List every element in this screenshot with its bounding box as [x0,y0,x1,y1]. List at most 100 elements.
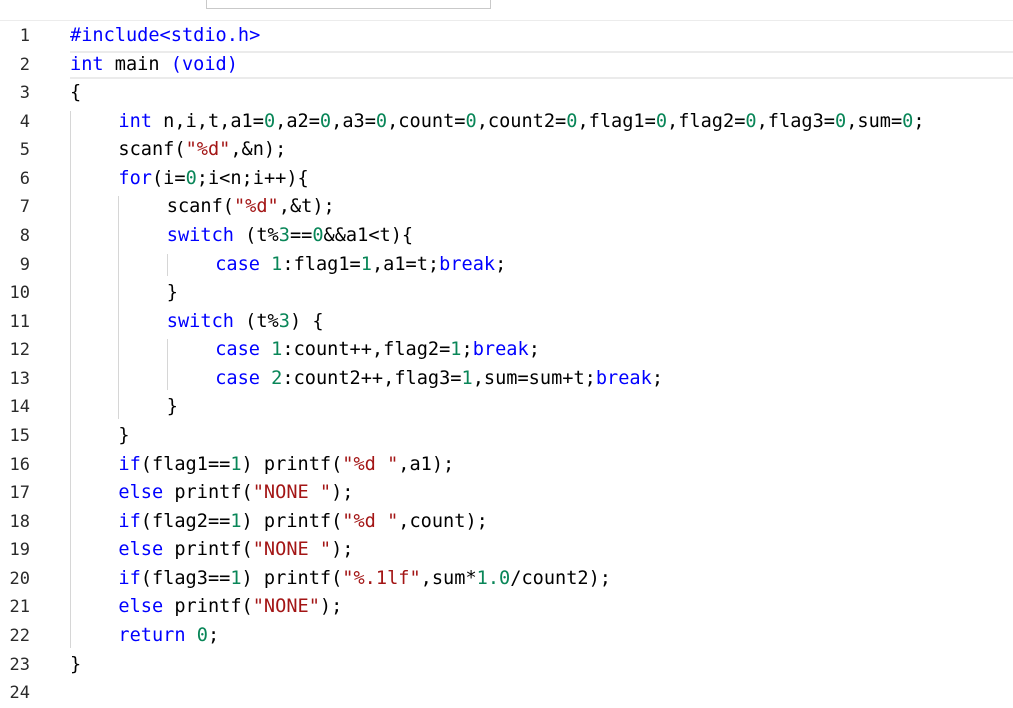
code-token: ; [528,339,540,361]
code-token: 0 [319,110,332,132]
line-number: 20 [9,568,30,589]
code-line[interactable]: switch (t%3==0&&a1<t){ [70,222,1013,251]
code-token: n,i,t,a1= [151,110,264,132]
code-token: "%d " [342,453,399,475]
code-line[interactable]: switch (t%3) { [70,308,1013,337]
line-number: 15 [9,425,30,446]
code-line[interactable]: int n,i,t,a1=0,a2=0,a3=0,count=0,count2=… [70,108,1013,137]
code-line[interactable]: for(i=0;i<n;i++){ [70,165,1013,194]
code-line[interactable]: if(flag3==1) printf("%.1lf",sum*1.0/coun… [70,565,1013,594]
code-token: int [70,53,104,75]
code-token: ,flag1= [577,110,656,132]
code-line[interactable]: if(flag2==1) printf("%d ",count); [70,508,1013,537]
code-token: 0 [834,110,847,132]
code-line[interactable]: if(flag1==1) printf("%d ",a1); [70,451,1013,480]
code-token: "%.1lf" [342,567,421,589]
code-token: break [595,367,652,389]
line-number: 19 [9,540,30,561]
code-token: ,sum=sum+t; [472,367,596,389]
code-token: ,sum* [420,567,477,589]
code-token: (t% [233,310,279,332]
code-token: printf( [163,539,253,561]
code-line[interactable]: return 0; [70,622,1013,651]
code-token: case [215,339,260,361]
code-token: "%d" [185,139,231,161]
line-number: 10 [9,283,30,304]
code-token: :flag1= [282,253,361,275]
line-number: 8 [19,225,30,246]
code-token: 1 [230,567,242,589]
indent-guide [118,196,120,419]
code-token: ; [495,253,507,275]
code-token: 1 [360,253,372,275]
line-number-gutter: 1 2 3 4 5 6 7 8 9 10 11 12 13 14 15 16 17 18 19 20 21 22 23 24 [0,22,44,703]
code-line[interactable]: case 1:count++,flag2=1;break; [70,336,1013,365]
code-token: "%d " [342,510,399,532]
code-token: 3 [278,310,290,332]
code-token: ,count2= [476,110,567,132]
line-number: 13 [9,368,30,389]
code-token: 2 [271,367,283,389]
code-token: 1.0 [476,567,511,589]
code-editor[interactable]: 1 2 3 4 5 6 7 8 9 10 11 12 13 14 15 16 17 18 19 20 21 22 23 24 … [0,22,1013,703]
code-token: 0 [312,224,324,246]
code-token: "NONE" [252,596,320,618]
code-token: 1 [450,339,462,361]
code-token: printf( [163,596,253,618]
code-line[interactable]: case 2:count2++,flag3=1,sum=sum+t;break; [70,365,1013,394]
code-token: break [439,253,496,275]
code-token: if [118,453,141,475]
line-number: 23 [9,654,30,675]
code-token: printf( [163,482,253,504]
code-token: ,flag3= [756,110,835,132]
indent-guide [70,110,71,648]
code-token: 1 [230,510,242,532]
code-line[interactable]: { [70,79,1013,108]
code-line[interactable]: else printf("NONE "); [70,479,1013,508]
code-line[interactable]: int main (void) [70,50,1013,80]
code-token: ; [461,339,473,361]
code-token: :count2++,flag3= [282,367,462,389]
code-line[interactable]: } [70,393,1013,422]
editor-tab[interactable] [206,0,491,9]
code-token: ); [319,596,343,618]
code-line[interactable]: } [70,279,1013,308]
line-number: 1 [19,26,30,46]
code-token: for [118,167,152,189]
code-line[interactable]: } [70,422,1013,451]
code-line[interactable]: #include<stdio.h> [70,22,1013,51]
code-token: 0 [263,110,276,132]
line-number: 24 [9,683,30,704]
code-token: :count++,flag2= [282,339,451,361]
line-number: 6 [19,168,30,189]
code-token: else [118,482,164,504]
code-line[interactable]: case 1:flag1=1,a1=t;break; [70,251,1013,280]
code-token: case [215,367,260,389]
code-token: ) printf( [241,567,343,589]
code-token: "%d" [233,196,279,218]
code-token: ,&n); [230,139,287,161]
code-line[interactable] [70,679,1013,708]
code-token: int [118,110,152,132]
line-number: 11 [9,311,30,332]
code-area[interactable]: #include<stdio.h> int main (void){int n,i… [70,22,1013,702]
code-token: 0 [566,110,578,132]
line-number: 4 [19,111,30,132]
code-token: ,flag2= [667,110,746,132]
code-token: } [70,653,82,675]
code-token: 1 [230,453,242,475]
code-line[interactable]: scanf("%d",&n); [70,136,1013,165]
code-token: 0 [185,167,197,189]
indent-guide [166,339,168,391]
code-line[interactable]: } [70,651,1013,680]
code-line[interactable]: scanf("%d",&t); [70,193,1013,222]
code-token: switch [166,224,234,246]
code-line[interactable]: else printf("NONE"); [70,593,1013,622]
code-token: ;i<n;i++){ [196,167,309,189]
code-token: else [118,596,164,618]
code-line[interactable]: else printf("NONE "); [70,536,1013,565]
code-token: (flag1== [140,453,231,475]
code-token: ,a2= [275,110,320,132]
